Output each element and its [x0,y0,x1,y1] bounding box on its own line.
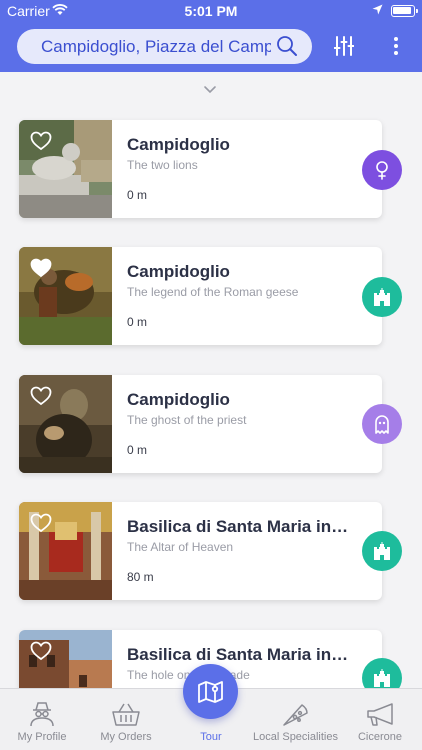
castle-icon [374,542,390,560]
place-title: Campidoglio [127,135,230,154]
tab-local-specialities[interactable]: Local Specialities [253,689,338,750]
tab-my-profile[interactable]: My Profile [0,689,84,750]
pin-icon [376,161,388,180]
place-card[interactable]: Basilica di Santa Maria in Aracoeli The … [19,502,382,600]
category-badge[interactable] [362,150,402,190]
chevron-down-icon[interactable] [203,85,217,95]
filter-sliders-icon[interactable] [334,35,354,57]
place-title: Campidoglio [127,390,230,409]
favorite-heart-icon[interactable] [30,131,52,151]
favorite-heart-icon[interactable] [30,513,52,533]
castle-icon [374,288,390,306]
place-distance: 0 m [127,188,148,202]
place-subtitle: The legend of the Roman geese [127,285,299,299]
tab-my-orders[interactable]: My Orders [84,689,168,750]
place-title: Basilica di Santa Maria in Aracoeli [127,645,352,664]
tab-cicerone[interactable]: Cicerone [338,689,422,750]
category-badge[interactable] [362,404,402,444]
status-time: 5:01 PM [184,3,238,19]
castle-icon [374,669,390,687]
detective-icon [30,702,54,727]
more-vertical-icon[interactable] [393,36,399,56]
place-distance: 0 m [127,315,148,329]
search-input[interactable]: Campidoglio, Piazza del Campidoglio [41,37,271,57]
tab-label: My Profile [17,731,67,743]
tab-label: Local Specialities [253,731,338,743]
tab-label: My Orders [100,731,152,743]
ghost-icon [375,415,389,434]
megaphone-icon [367,703,393,726]
place-title: Basilica di Santa Maria in Aracoeli [127,517,352,536]
search-icon[interactable] [276,35,298,57]
favorite-heart-icon[interactable] [30,258,52,278]
place-distance: 0 m [127,443,148,457]
map-icon [198,681,223,703]
favorite-heart-icon[interactable] [30,641,52,661]
category-badge[interactable] [362,531,402,571]
place-subtitle: The Altar of Heaven [127,540,234,554]
place-card[interactable]: Campidoglio The legend of the Roman gees… [19,247,382,345]
search-field[interactable]: Campidoglio, Piazza del Campidoglio [17,29,312,64]
screen: Carrier 5:01 PM Campidoglio, Piazza del … [0,0,422,750]
tour-map-button[interactable] [183,664,238,719]
place-subtitle: The ghost of the priest [127,413,247,427]
tab-label: Tour [200,731,222,743]
basket-icon [112,703,140,726]
tab-label: Cicerone [357,731,403,743]
status-bar: Carrier 5:01 PM [0,0,422,22]
category-badge[interactable] [362,277,402,317]
place-subtitle: The hole on the facade [127,668,250,682]
location-arrow-icon [372,4,383,15]
place-subtitle: The two lions [127,158,198,172]
place-card[interactable]: Campidoglio The ghost of the priest 0 m [19,375,382,473]
pizza-icon [283,704,308,726]
place-distance: 80 m [127,570,154,584]
place-title: Campidoglio [127,262,230,281]
place-card[interactable]: Campidoglio The two lions 0 m [19,120,382,218]
favorite-heart-icon[interactable] [30,386,52,406]
battery-icon [391,5,418,17]
header: Carrier 5:01 PM Campidoglio, Piazza del … [0,0,422,72]
